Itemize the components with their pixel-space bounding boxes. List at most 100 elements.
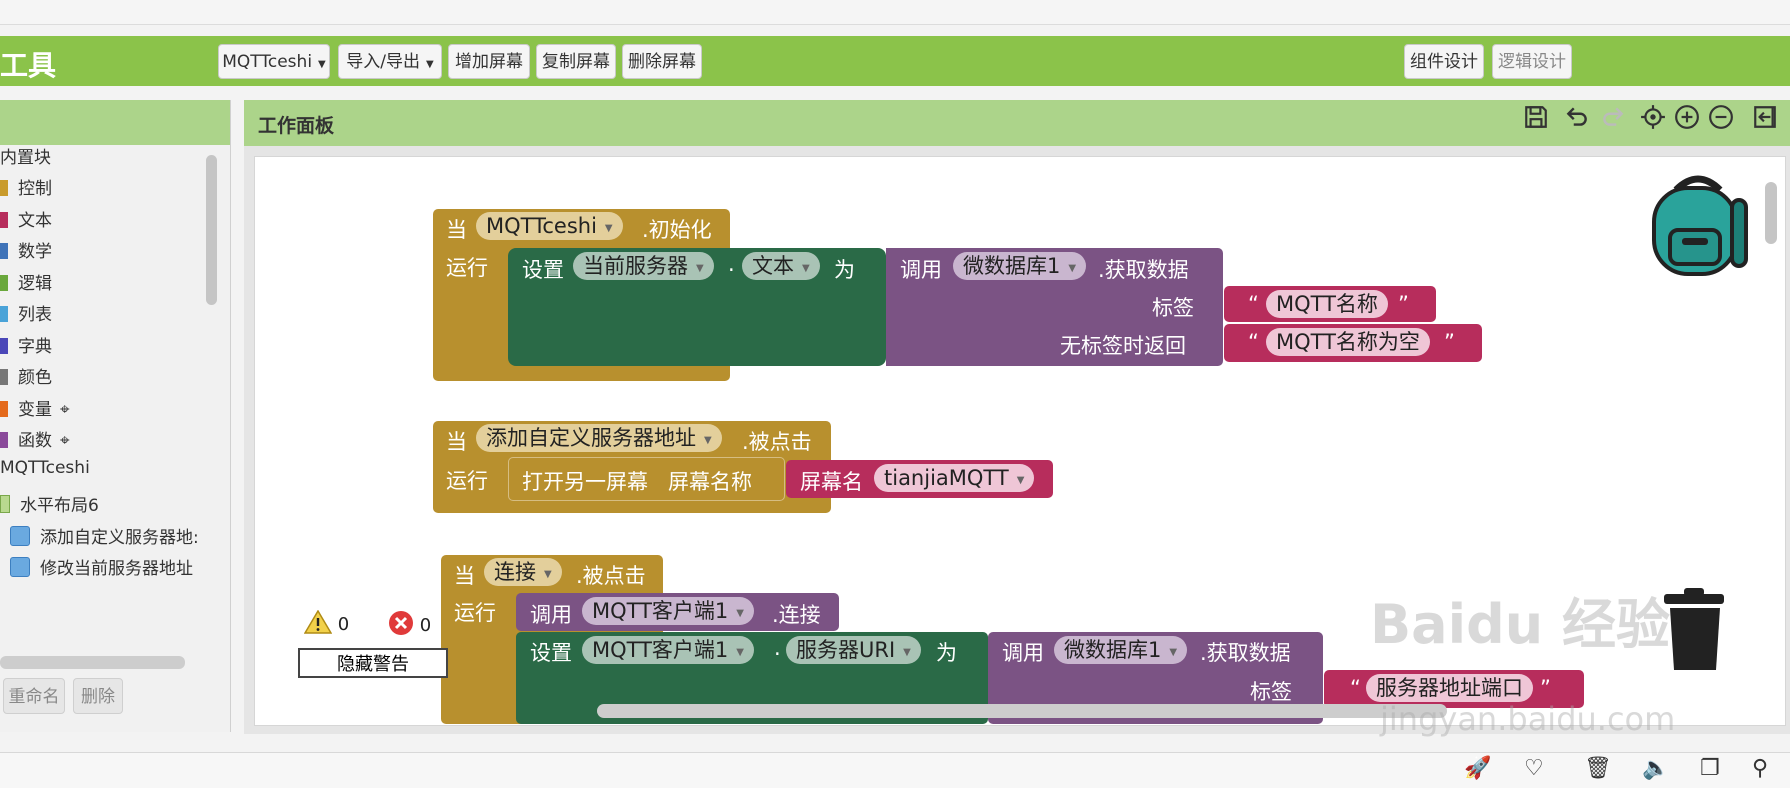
- baidu-watermark: Baidu 经验: [1370, 593, 1671, 656]
- error-icon: [389, 611, 413, 635]
- warning-icon: [303, 609, 333, 634]
- project-menu-label: MQTTceshi: [222, 52, 313, 72]
- palette-item[interactable]: 文本: [0, 206, 52, 231]
- dropdown-value: 当前服务器: [583, 254, 688, 278]
- center-workspace-icon[interactable]: [1640, 104, 1666, 137]
- property-dropdown[interactable]: 服务器URI ▼: [786, 636, 921, 664]
- collapse-panel-icon[interactable]: [1752, 104, 1778, 137]
- do-label: 运行: [446, 469, 488, 493]
- dropdown-arrow-icon: ▼: [736, 647, 744, 658]
- tree-item-label: 修改当前服务器地址: [40, 559, 193, 579]
- palette-item[interactable]: 列表: [0, 300, 52, 325]
- close-quote: ”: [1444, 330, 1455, 354]
- error-indicator[interactable]: 0: [388, 610, 431, 636]
- warning-indicator[interactable]: 0: [303, 609, 349, 635]
- palette-item[interactable]: 字典: [0, 332, 52, 357]
- tree-item-edit-server-button[interactable]: 修改当前服务器地址: [10, 554, 193, 579]
- rename-button[interactable]: 重命名: [3, 678, 65, 714]
- app-title: 工具: [0, 49, 57, 82]
- tag-socket-label: 标签: [1152, 296, 1194, 320]
- designer-button[interactable]: 组件设计: [1404, 44, 1484, 79]
- dot-separator: .: [728, 252, 735, 276]
- text-literal-default[interactable]: MQTT名称为空: [1266, 328, 1430, 356]
- trash-icon[interactable]: [1660, 588, 1730, 676]
- to-label: 为: [936, 641, 957, 665]
- canvas-horizontal-scrollbar[interactable]: [597, 704, 1447, 718]
- palette-item[interactable]: 控制: [0, 174, 52, 199]
- text-literal-tag[interactable]: 服务器地址端口: [1366, 674, 1533, 702]
- window-icon[interactable]: ❐: [1700, 756, 1720, 781]
- dropdown-value: 连接: [494, 560, 536, 584]
- palette-item[interactable]: 颜色: [0, 363, 52, 388]
- tinydb-dropdown[interactable]: 微数据库1 ▼: [953, 252, 1087, 280]
- text-literal-tag[interactable]: MQTT名称: [1266, 290, 1388, 318]
- default-socket-label: 无标签时返回: [1060, 334, 1186, 358]
- target-component-dropdown[interactable]: 当前服务器 ▼: [573, 252, 714, 280]
- call-label: 调用: [530, 603, 572, 627]
- property-dropdown[interactable]: 文本 ▼: [742, 252, 820, 280]
- import-export-label: 导入/导出: [346, 52, 421, 72]
- when-label: 当: [454, 564, 475, 588]
- screen-dropdown[interactable]: tianjiaMQTT ▼: [874, 464, 1035, 492]
- undo-icon[interactable]: [1564, 104, 1590, 137]
- save-icon[interactable]: [1523, 104, 1549, 137]
- mqtt-client-dropdown[interactable]: MQTT客户端1 ▼: [582, 636, 754, 664]
- dropdown-value: 添加自定义服务器地址: [486, 426, 696, 450]
- copy-screen-button[interactable]: 复制屏幕: [536, 44, 616, 79]
- screen-name-socket-label: 屏幕名称: [668, 470, 752, 494]
- screen-tree-item[interactable]: MQTTceshi: [0, 458, 90, 478]
- blocks-editor-button[interactable]: 逻辑设计: [1492, 44, 1572, 79]
- palette-vertical-scrollbar[interactable]: [206, 155, 217, 305]
- open-quote: “: [1350, 676, 1361, 700]
- palette-item[interactable]: 逻辑: [0, 269, 52, 294]
- import-export-menu-button[interactable]: 导入/导出 ▼: [338, 44, 442, 79]
- delete-screen-button[interactable]: 删除屏幕: [622, 44, 702, 79]
- tree-item-add-server-button[interactable]: 添加自定义服务器地:: [10, 523, 199, 548]
- search-icon[interactable]: ⚲: [1752, 756, 1768, 781]
- dropdown-arrow-icon: ▼: [1016, 475, 1025, 486]
- palette-item[interactable]: 数学: [0, 237, 52, 262]
- palette-item-label: 变量: [18, 400, 52, 420]
- palette-horizontal-scrollbar[interactable]: [0, 656, 185, 669]
- open-quote: “: [1248, 330, 1259, 354]
- builtin-blocks-heading[interactable]: 内置块: [0, 143, 51, 168]
- close-quote: ”: [1540, 676, 1551, 700]
- hide-warnings-button[interactable]: 隐藏警告: [298, 648, 448, 678]
- tree-item-horizontal-layout[interactable]: 水平布局6: [0, 491, 99, 516]
- tinydb-dropdown[interactable]: 微数据库1 ▼: [1054, 636, 1188, 664]
- project-menu-button[interactable]: MQTTceshi ▼: [218, 44, 330, 79]
- dropdown-arrow-icon: ▼: [1068, 263, 1077, 274]
- crosshair-icon: ⌖: [60, 400, 70, 420]
- rocket-icon[interactable]: 🚀: [1464, 756, 1491, 781]
- dropdown-arrow-icon: ▼: [1169, 647, 1178, 658]
- canvas-vertical-scrollbar[interactable]: [1765, 182, 1777, 244]
- dropdown-value: MQTT客户端1: [592, 638, 729, 662]
- zoom-in-icon[interactable]: [1674, 104, 1700, 137]
- component-dropdown[interactable]: 连接 ▼: [484, 558, 562, 586]
- redo-icon[interactable]: [1600, 104, 1626, 137]
- palette-item[interactable]: 变量 ⌖: [0, 395, 70, 420]
- method-name: .获取数据: [1098, 258, 1189, 282]
- dropdown-value: 文本: [752, 254, 794, 278]
- tag-socket-label: 标签: [1250, 680, 1292, 704]
- mqtt-client-dropdown[interactable]: MQTT客户端1 ▼: [582, 597, 754, 625]
- set-label: 设置: [530, 641, 572, 665]
- baidu-watermark-url: jingyan.baidu.com: [1380, 700, 1676, 738]
- palette-item-label: 逻辑: [18, 274, 52, 294]
- category-color-icon: [0, 180, 8, 196]
- trash-can-icon[interactable]: 🗑: [1584, 756, 1612, 781]
- category-color-icon: [0, 243, 8, 259]
- palette-item[interactable]: 函数 ⌖: [0, 426, 70, 451]
- palette-item-label: 字典: [18, 337, 52, 357]
- dropdown-arrow-icon: ▼: [604, 223, 613, 234]
- speaker-icon[interactable]: 🔈: [1642, 756, 1669, 781]
- delete-component-button[interactable]: 删除: [73, 678, 123, 714]
- component-dropdown[interactable]: 添加自定义服务器地址 ▼: [476, 424, 722, 452]
- add-screen-button[interactable]: 增加屏幕: [448, 44, 530, 79]
- backpack-icon[interactable]: [1646, 172, 1750, 282]
- heartbeat-icon[interactable]: ♡: [1524, 756, 1544, 781]
- component-dropdown[interactable]: MQTTceshi ▼: [476, 212, 623, 240]
- zoom-out-icon[interactable]: [1708, 104, 1734, 137]
- category-color-icon: [0, 212, 8, 228]
- category-color-icon: [0, 432, 8, 448]
